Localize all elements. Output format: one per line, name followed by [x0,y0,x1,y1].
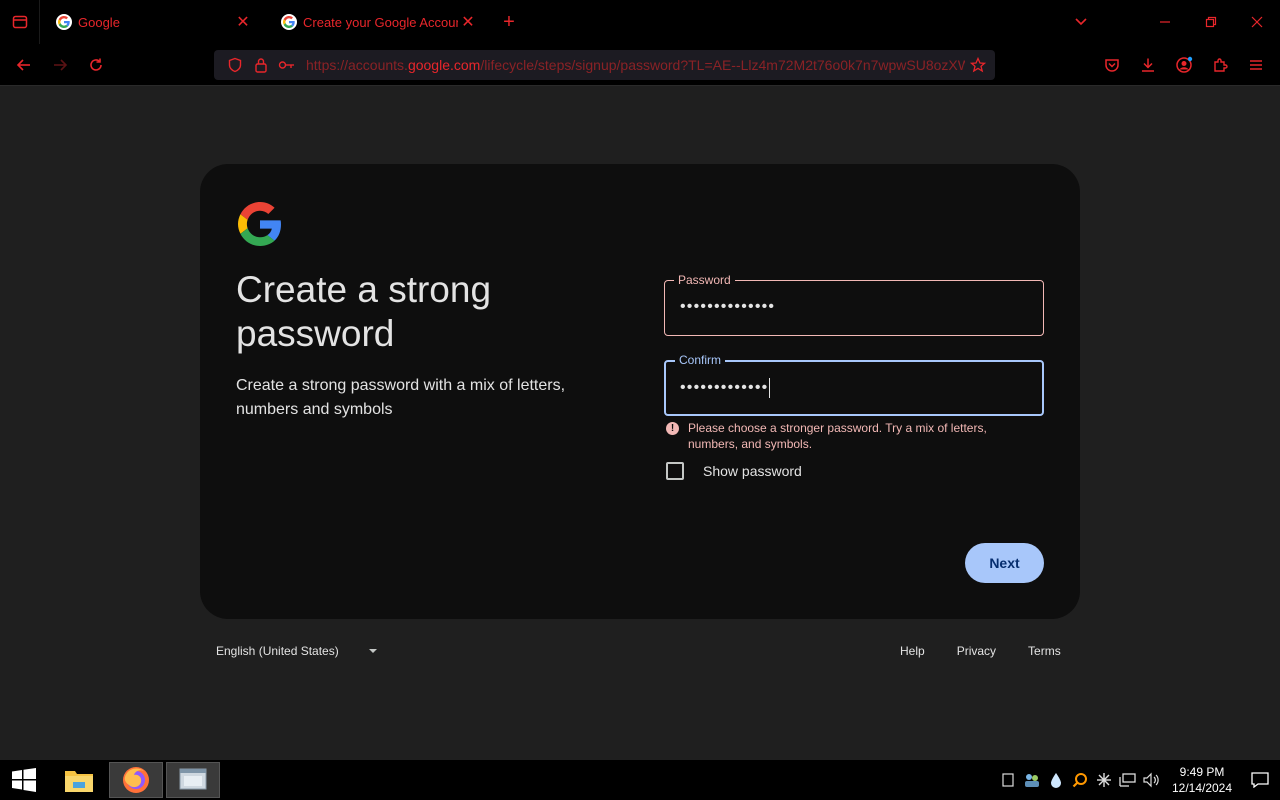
new-tab-button[interactable]: + [494,0,524,44]
back-button[interactable] [6,47,42,83]
restore-button[interactable] [1188,0,1234,44]
toolbar-right [1094,47,1274,83]
restore-icon [1205,16,1217,28]
confirm-password-field[interactable]: Confirm ••••••••••••• [664,352,1044,416]
downloads-button[interactable] [1130,47,1166,83]
google-favicon-icon [56,14,72,30]
tab-bar: Google ✕ Create your Google Account ✕ + [0,0,1280,44]
back-arrow-icon [16,58,30,71]
close-window-button[interactable] [1234,0,1280,44]
search-tray-icon[interactable] [1068,768,1092,792]
password-value: •••••••••••••• [680,298,776,315]
forward-button[interactable] [42,47,78,83]
close-tab-icon[interactable]: ✕ [233,12,253,32]
tab-create-account[interactable]: Create your Google Account ✕ [265,0,490,44]
tray-app-icon[interactable] [996,768,1020,792]
plus-icon: + [503,10,515,33]
signup-card: Create a strong password Create a strong… [200,164,1080,619]
text-caret [769,378,771,398]
droplet-icon[interactable] [1044,768,1068,792]
tab-title: Google [78,14,120,30]
confirm-value-wrap: ••••••••••••• [680,378,771,398]
notification-icon [1251,772,1269,788]
pocket-button[interactable] [1094,47,1130,83]
network-icon[interactable] [1116,768,1140,792]
tab-title: Create your Google Account [303,14,458,30]
system-clock[interactable]: 9:49 PM 12/14/2024 [1164,764,1240,796]
action-center-button[interactable] [1240,760,1280,800]
system-tray: 9:49 PM 12/14/2024 [996,760,1280,800]
download-icon [1142,58,1154,72]
firefox-icon [123,767,149,793]
windows-logo-icon [12,768,36,792]
address-bar[interactable]: https://accounts.google.com/lifecycle/st… [214,50,995,80]
google-logo-icon [238,202,281,246]
reload-icon [90,58,102,71]
key-icon[interactable] [274,52,300,78]
page-content: Create a strong password Create a strong… [0,86,1280,760]
confirm-value: ••••••••••••• [680,379,769,397]
navigation-toolbar: https://accounts.google.com/lifecycle/st… [0,44,1280,86]
clock-time: 9:49 PM [1179,765,1225,779]
language-label: English (United States) [216,644,339,658]
error-icon: ! [666,422,679,435]
page-footer: English (United States) Help Privacy Ter… [0,642,1280,666]
close-tab-icon[interactable]: ✕ [458,12,478,32]
firefox-view-button[interactable] [0,0,40,44]
minimize-icon [1160,21,1170,23]
hamburger-menu-icon [1250,60,1262,70]
start-button[interactable] [0,760,48,800]
page-description: Create a strong password with a mix of l… [236,377,566,418]
account-icon [1176,56,1193,73]
tab-google[interactable]: Google ✕ [40,0,265,44]
confirm-label: Confirm [675,352,726,368]
windows-taskbar: 9:49 PM 12/14/2024 [0,760,1280,800]
page-title: Create a strong password [236,269,492,354]
firefox-view-icon [12,15,27,29]
show-password-checkbox[interactable] [666,462,684,480]
clock-date: 12/14/2024 [1171,781,1233,795]
bookmark-star-icon[interactable] [965,52,991,78]
volume-icon[interactable] [1140,768,1164,792]
dropdown-arrow-icon [368,649,377,653]
people-icon[interactable] [1020,768,1044,792]
privacy-link[interactable]: Privacy [957,644,996,658]
next-button[interactable]: Next [965,543,1044,583]
show-password-label: Show password [703,463,802,479]
chevron-down-icon [1075,18,1087,26]
google-favicon-icon [281,14,297,30]
password-field[interactable]: Password •••••••••••••• [664,272,1044,336]
forward-arrow-icon [54,58,68,71]
help-link[interactable]: Help [900,644,925,658]
reload-button[interactable] [78,47,114,83]
file-explorer-taskbar-button[interactable] [52,762,106,798]
account-button[interactable] [1166,47,1202,83]
url-path: /lifecycle/steps/signup/password?TL=AE--… [480,57,965,73]
window-app-icon [179,768,207,790]
window-controls [1142,0,1280,44]
terms-link[interactable]: Terms [1028,644,1061,658]
url-text: https://accounts.google.com/lifecycle/st… [300,57,965,73]
folder-icon [65,771,93,792]
lock-icon[interactable] [248,52,274,78]
close-icon [1251,16,1263,28]
language-selector[interactable]: English (United States) [216,644,377,658]
url-host: google.com [407,57,481,73]
shield-icon[interactable] [222,52,248,78]
extensions-button[interactable] [1202,47,1238,83]
pocket-icon [1105,59,1119,72]
list-all-tabs-button[interactable] [1066,0,1096,44]
error-text: Please choose a stronger password. Try a… [688,421,987,451]
puzzle-icon [1214,58,1228,72]
url-prefix: https://accounts. [306,57,408,73]
password-label: Password [674,272,735,288]
asterisk-icon[interactable] [1092,768,1116,792]
app-taskbar-button[interactable] [166,762,220,798]
footer-links: Help Privacy Terms [900,644,1093,658]
minimize-button[interactable] [1142,0,1188,44]
password-error-message: ! Please choose a stronger password. Try… [666,420,1026,452]
show-password-toggle[interactable]: Show password [666,462,802,480]
app-menu-button[interactable] [1238,47,1274,83]
firefox-taskbar-button[interactable] [109,762,163,798]
